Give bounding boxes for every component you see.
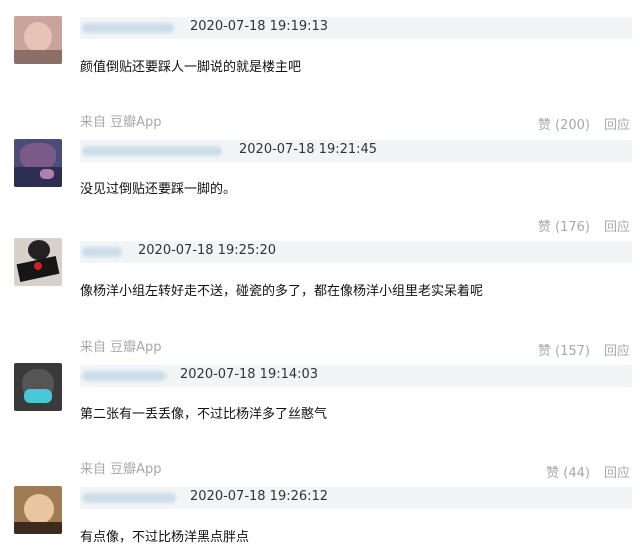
comment-timestamp: 2020-07-18 19:26:12 bbox=[190, 489, 329, 504]
comment-actions: 赞 (200) 回应 bbox=[538, 114, 630, 133]
comment-source: 来自 豆瓣App bbox=[80, 340, 162, 355]
like-button[interactable]: 赞 (157) bbox=[538, 340, 590, 359]
comment-text: 有点像，不过比杨洋黑点胖点 bbox=[80, 530, 250, 545]
comment-timestamp: 2020-07-18 19:19:13 bbox=[190, 19, 329, 34]
comment-source: 来自 豆瓣App bbox=[80, 462, 162, 477]
username[interactable] bbox=[82, 247, 122, 257]
comment-actions: 赞 (157) 回应 bbox=[538, 340, 630, 359]
comment-source: 来自 豆瓣App bbox=[80, 115, 162, 130]
comment-meta-bar: 2020-07-18 19:21:45 bbox=[80, 140, 632, 162]
avatar[interactable] bbox=[14, 363, 62, 411]
avatar[interactable] bbox=[14, 238, 62, 286]
username[interactable] bbox=[82, 23, 174, 33]
comment-actions: 赞 (44) 回应 bbox=[546, 462, 630, 481]
avatar[interactable] bbox=[14, 16, 62, 64]
avatar[interactable] bbox=[14, 139, 62, 187]
like-button[interactable]: 赞 (200) bbox=[538, 114, 590, 133]
comment-text: 第二张有一丢丢像，不过比杨洋多了丝憨气 bbox=[80, 407, 328, 422]
username[interactable] bbox=[82, 493, 176, 503]
comment-text: 颜值倒贴还要踩人一脚说的就是楼主吧 bbox=[80, 60, 302, 75]
comment-meta-bar: 2020-07-18 19:14:03 bbox=[80, 365, 632, 387]
comment-meta-bar: 2020-07-18 19:26:12 bbox=[80, 487, 632, 509]
username[interactable] bbox=[82, 371, 166, 381]
like-button[interactable]: 赞 (44) bbox=[546, 462, 590, 481]
comment-timestamp: 2020-07-18 19:14:03 bbox=[180, 367, 319, 382]
comment-meta-bar: 2020-07-18 19:19:13 bbox=[80, 17, 632, 39]
comment-timestamp: 2020-07-18 19:25:20 bbox=[138, 243, 277, 258]
reply-button[interactable]: 回应 bbox=[604, 340, 630, 359]
avatar[interactable] bbox=[14, 486, 62, 534]
like-button[interactable]: 赞 (176) bbox=[538, 216, 590, 235]
comment-timestamp: 2020-07-18 19:21:45 bbox=[239, 142, 378, 157]
comment-actions: 赞 (176) 回应 bbox=[538, 216, 630, 235]
reply-button[interactable]: 回应 bbox=[604, 462, 630, 481]
comment-meta-bar: 2020-07-18 19:25:20 bbox=[80, 241, 632, 263]
username[interactable] bbox=[82, 146, 222, 156]
comment-text: 没见过倒贴还要踩一脚的。 bbox=[80, 182, 237, 197]
reply-button[interactable]: 回应 bbox=[604, 114, 630, 133]
comment-text: 像杨洋小组左转好走不送，碰瓷的多了，都在像杨洋小组里老实呆着呢 bbox=[80, 284, 484, 299]
reply-button[interactable]: 回应 bbox=[604, 216, 630, 235]
